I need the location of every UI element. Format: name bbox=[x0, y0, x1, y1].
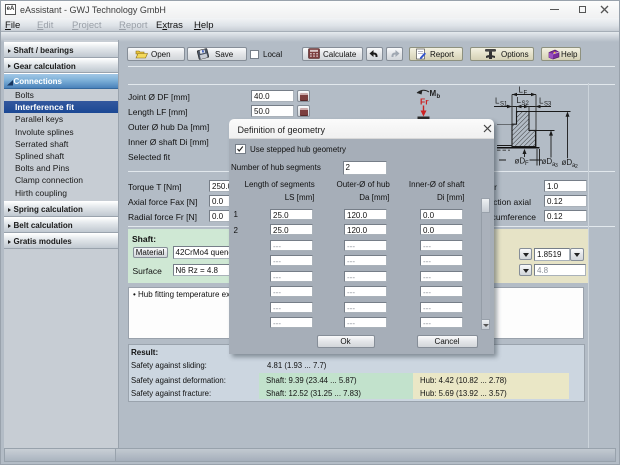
svg-text:øD: øD bbox=[542, 157, 553, 166]
svg-text:F: F bbox=[525, 161, 529, 167]
svg-text:b: b bbox=[437, 94, 441, 100]
svg-text:F: F bbox=[524, 91, 528, 97]
svg-text:2: 2 bbox=[575, 164, 578, 170]
svg-text:Fr: Fr bbox=[420, 97, 429, 107]
svg-text:M: M bbox=[430, 89, 437, 98]
svg-text:øD: øD bbox=[562, 158, 573, 167]
svg-text:øD: øD bbox=[515, 157, 526, 166]
svg-text:3: 3 bbox=[555, 163, 558, 169]
